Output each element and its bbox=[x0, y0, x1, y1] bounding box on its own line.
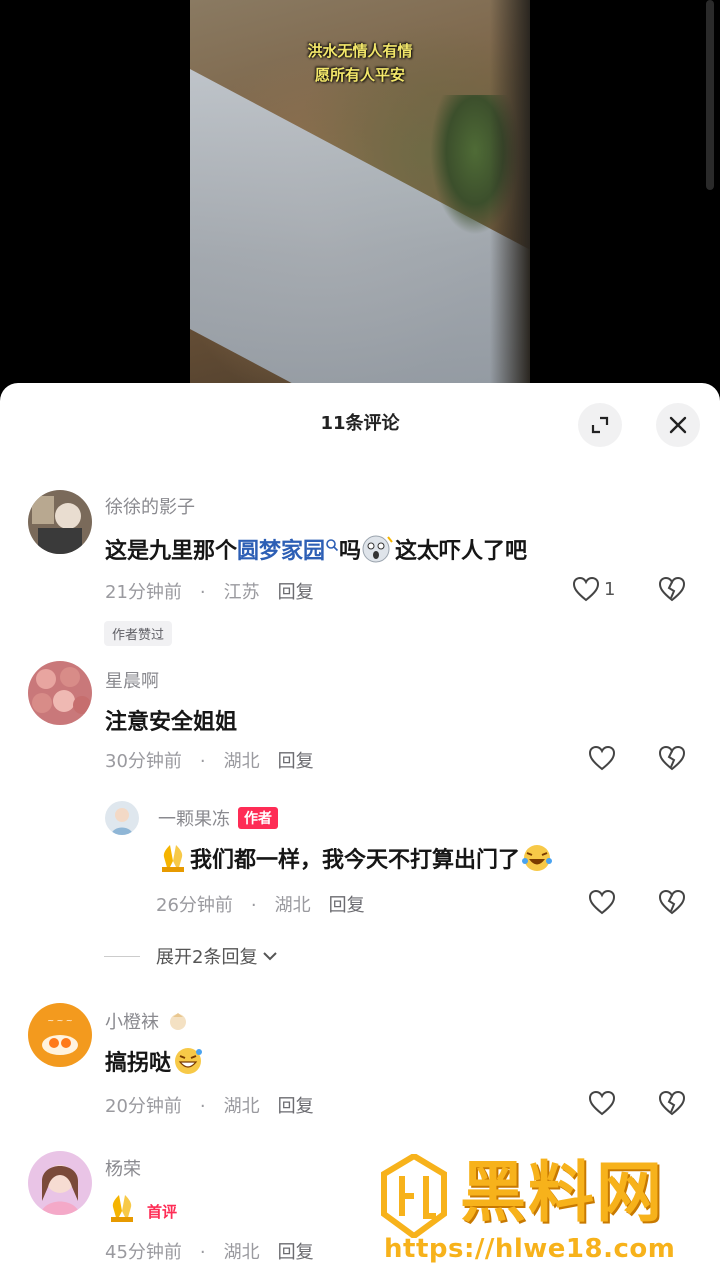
comment-meta: 21分钟前 · 江苏 回复 bbox=[105, 578, 332, 604]
comment-text-part: 吗 bbox=[339, 539, 362, 564]
meta-separator: · bbox=[199, 582, 206, 603]
author-liked-tag: 作者赞过 bbox=[104, 621, 173, 646]
heart-icon bbox=[588, 745, 616, 771]
comment-username[interactable]: 杨荣 bbox=[105, 1155, 141, 1181]
reply-meta: 26分钟前 · 湖北 回复 bbox=[156, 891, 383, 917]
divider bbox=[104, 955, 140, 957]
broken-heart-icon bbox=[658, 576, 686, 602]
comment-meta: 30分钟前 · 湖北 回复 bbox=[105, 747, 332, 773]
meta-separator: · bbox=[199, 1242, 206, 1263]
close-button[interactable] bbox=[656, 403, 700, 447]
close-icon bbox=[669, 416, 687, 434]
comment-text-part: 这是九里那个 bbox=[105, 539, 238, 564]
expand-replies-label: 展开2条回复 bbox=[156, 947, 258, 968]
like-button[interactable] bbox=[588, 745, 616, 771]
avatar[interactable]: ~ ~ ~ bbox=[28, 1003, 92, 1067]
comment-time: 21分钟前 bbox=[105, 582, 182, 603]
comment-time: 30分钟前 bbox=[105, 751, 182, 772]
avatar[interactable] bbox=[28, 490, 92, 554]
grinning-sweat-emoji-icon bbox=[175, 1048, 203, 1074]
comment-location: 湖北 bbox=[223, 1242, 260, 1263]
comment-time: 45分钟前 bbox=[105, 1242, 182, 1263]
comment-text: 注意安全姐姐 bbox=[105, 710, 238, 735]
dislike-button[interactable] bbox=[658, 745, 686, 775]
search-link[interactable]: 圆梦家园 bbox=[237, 539, 325, 564]
watermark-url: https://hlwe18.com bbox=[384, 1234, 676, 1264]
video-caption-line1: 洪水无情人有情 bbox=[307, 42, 413, 60]
heart-icon bbox=[588, 889, 616, 915]
comment-username[interactable]: 星晨啊 bbox=[105, 667, 159, 693]
dislike-button[interactable] bbox=[658, 889, 686, 919]
reply-username[interactable]: 一颗果冻 作者 bbox=[158, 805, 278, 831]
comment-text-part: 这太吓人了吧 bbox=[395, 539, 528, 564]
watermark-logo-icon bbox=[381, 1154, 447, 1238]
folded-hands-emoji-icon bbox=[162, 845, 184, 872]
expand-icon bbox=[591, 416, 609, 434]
comment-username[interactable]: 小橙袜 bbox=[105, 1008, 191, 1034]
expand-button[interactable] bbox=[578, 403, 622, 447]
comment-username-text: 小橙袜 bbox=[105, 1012, 159, 1033]
first-comment-badge: 首评 bbox=[147, 1203, 178, 1221]
comment-location: 江苏 bbox=[223, 582, 260, 603]
like-button[interactable] bbox=[588, 889, 616, 915]
reply-button[interactable]: 回复 bbox=[278, 1096, 314, 1117]
broken-heart-icon bbox=[658, 889, 686, 915]
broken-heart-icon bbox=[658, 1090, 686, 1116]
comment-time: 20分钟前 bbox=[105, 1096, 182, 1117]
folded-hands-emoji-icon bbox=[111, 1195, 133, 1222]
comment-meta: 20分钟前 · 湖北 回复 bbox=[105, 1092, 332, 1118]
reply-text: 我们都一样，我今天不打算出门了 bbox=[156, 842, 554, 874]
reply-button[interactable]: 回复 bbox=[278, 751, 314, 772]
heart-icon bbox=[588, 1090, 616, 1116]
meta-separator: · bbox=[250, 895, 257, 916]
heart-icon bbox=[572, 576, 600, 602]
like-count: 1 bbox=[604, 578, 616, 600]
reply-button[interactable]: 回复 bbox=[278, 1242, 314, 1263]
svg-text:~ ~ ~: ~ ~ ~ bbox=[47, 1016, 72, 1025]
comment-text: 这是九里那个圆梦家园吗 这太吓人了吧 bbox=[105, 533, 527, 565]
like-button[interactable]: 1 bbox=[572, 576, 615, 602]
watermark: 黑料网 https://hlwe18.com bbox=[380, 1152, 716, 1278]
reply-button[interactable]: 回复 bbox=[329, 895, 365, 916]
search-icon[interactable] bbox=[325, 538, 339, 552]
shocked-face-emoji-icon bbox=[362, 535, 393, 563]
dislike-button[interactable] bbox=[658, 1090, 686, 1120]
video-player[interactable]: 洪水无情人有情 愿所有人平安 bbox=[190, 0, 530, 385]
avatar[interactable] bbox=[105, 801, 139, 835]
video-caption-line2: 愿所有人平安 bbox=[314, 66, 405, 84]
author-badge: 作者 bbox=[238, 807, 278, 829]
meta-separator: · bbox=[199, 1096, 206, 1117]
like-button[interactable] bbox=[588, 1090, 616, 1116]
badge-icon bbox=[169, 1013, 186, 1030]
reply-time: 26分钟前 bbox=[156, 895, 233, 916]
reply-username-text: 一颗果冻 bbox=[158, 809, 230, 830]
reply-location: 湖北 bbox=[274, 895, 311, 916]
meta-separator: · bbox=[199, 751, 206, 772]
comment-text: 首评 bbox=[105, 1193, 177, 1223]
avatar[interactable] bbox=[28, 661, 92, 725]
comment-sheet: 11条评论 徐徐的影子 这是九里那个圆梦家园吗这太吓人了吧 21分钟前 · 江苏 回复 bbox=[0, 383, 720, 1280]
expand-replies-button[interactable]: 展开2条回复 bbox=[104, 943, 279, 969]
comment-location: 湖北 bbox=[223, 751, 260, 772]
comment-location: 湖北 bbox=[223, 1096, 260, 1117]
comment-meta: 45分钟前 · 湖北 回复 bbox=[105, 1238, 332, 1264]
watermark-title: 黑料网 bbox=[460, 1154, 664, 1231]
comment-text: 搞拐哒 bbox=[105, 1045, 205, 1077]
broken-heart-icon bbox=[658, 745, 686, 771]
chevron-down-icon bbox=[263, 952, 278, 961]
avatar[interactable] bbox=[28, 1151, 92, 1215]
comment-username[interactable]: 徐徐的影子 bbox=[105, 493, 195, 519]
scrollbar[interactable] bbox=[706, 0, 714, 190]
reply-text-content: 我们都一样，我今天不打算出门了 bbox=[190, 848, 521, 873]
laughing-tears-emoji-icon bbox=[522, 845, 553, 871]
reply-button[interactable]: 回复 bbox=[278, 582, 314, 603]
comment-text-content: 搞拐哒 bbox=[105, 1051, 172, 1076]
dislike-button[interactable] bbox=[658, 576, 686, 606]
